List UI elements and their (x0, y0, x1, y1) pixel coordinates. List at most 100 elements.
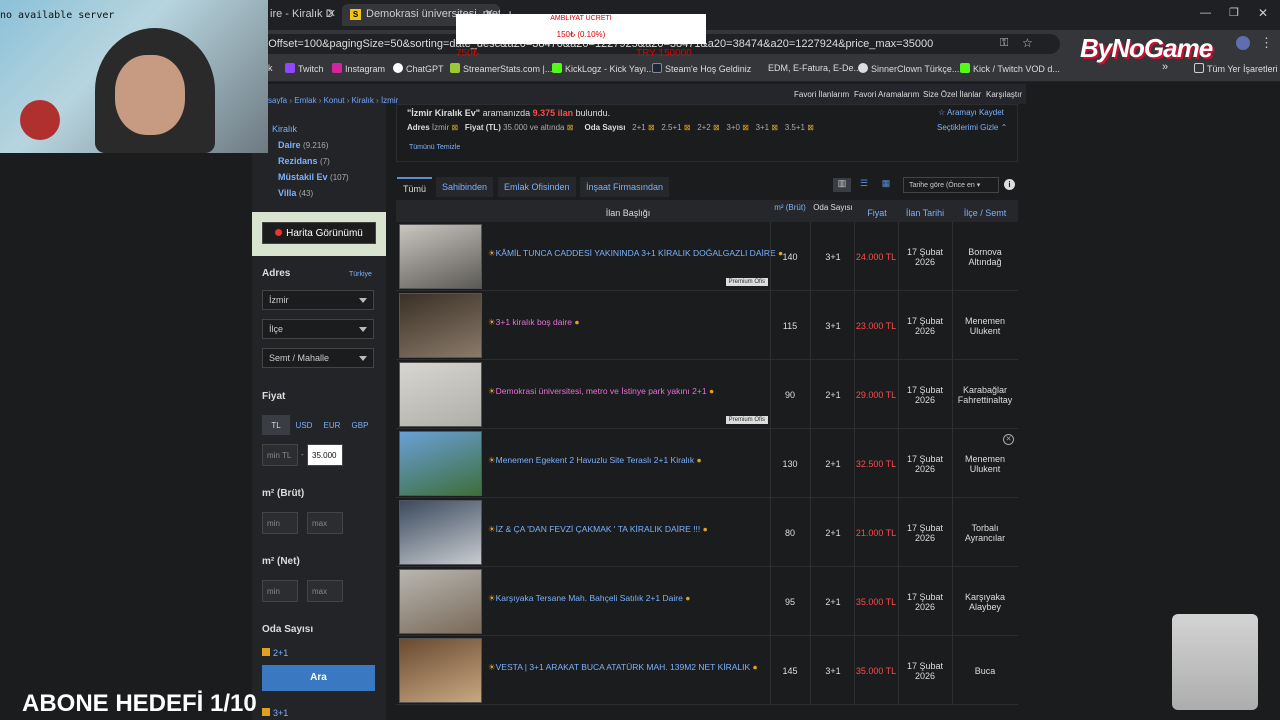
favorite-listings-link[interactable]: Favori İlanlarım (794, 90, 849, 99)
close-window-icon[interactable]: ✕ (1258, 6, 1268, 20)
bookmark-vod[interactable]: Kick / Twitch VOD d... (960, 63, 1060, 74)
map-preview[interactable]: Harita Görünümü (252, 212, 386, 256)
subcategory-rezidans[interactable]: Rezidans (7) (278, 156, 330, 166)
room-option-3-1[interactable]: 3+1 (262, 708, 288, 718)
dismiss-icon[interactable]: ✕ (1003, 434, 1014, 445)
checkbox-checked-icon[interactable] (262, 708, 270, 716)
min-price-input[interactable]: min TL (262, 444, 298, 466)
listing-title[interactable]: ☀İZ & ÇA 'DAN FEVZİ ÇAKMAK ' TA KİRALIK … (488, 524, 768, 535)
bookmark-steam[interactable]: Steam'e Hoş Geldiniz (652, 63, 751, 74)
remove-filter-icon[interactable]: ⊠ (713, 123, 720, 132)
listing-thumbnail[interactable] (399, 293, 482, 358)
list-view-icon[interactable]: ☰ (855, 178, 873, 192)
col-date[interactable]: İlan Tarihi (898, 202, 952, 222)
all-bookmarks[interactable]: Tüm Yer İşaretleri (1194, 63, 1278, 74)
bookmark-instagram[interactable]: Instagram (332, 63, 385, 74)
key-icon[interactable]: ⚿ (1000, 37, 1008, 50)
bookmark-edm[interactable]: EDM, E-Fatura, E-De... (768, 63, 861, 73)
compare-link[interactable]: Karşılaştır (986, 90, 1022, 99)
clear-all-link[interactable]: Tümünü Temizle (409, 144, 460, 151)
listing-thumbnail[interactable] (399, 362, 482, 427)
max-gross-input[interactable]: max (307, 512, 343, 534)
sort-select[interactable]: Tarihe göre (Önce en ▾ (903, 177, 999, 193)
currency-tl[interactable]: TL (262, 415, 290, 435)
map-view-button[interactable]: Harita Görünümü (262, 222, 376, 244)
col-price[interactable]: Fiyat (856, 202, 898, 222)
listing-thumbnail[interactable] (399, 431, 482, 496)
currency-gbp[interactable]: GBP (346, 415, 374, 435)
bookmark-twitch[interactable]: Twitch (285, 63, 324, 74)
max-net-input[interactable]: max (307, 580, 343, 602)
listing-title[interactable]: ☀Menemen Egekent 2 Havuzlu Site Teraslı … (488, 455, 768, 466)
listing-row[interactable]: ☀İZ & ÇA 'DAN FEVZİ ÇAKMAK ' TA KİRALIK … (396, 498, 1018, 567)
favorite-searches-link[interactable]: Favori Aramalarım (854, 90, 919, 99)
maximize-icon[interactable]: ❐ (1229, 6, 1239, 19)
listing-row[interactable]: ☀Demokrasi üniversitesi, metro ve İstiny… (396, 360, 1018, 429)
folder-icon (1194, 63, 1204, 73)
grid-view-icon[interactable]: ▦ (877, 178, 895, 192)
listing-thumbnail[interactable] (399, 638, 482, 703)
checkbox-checked-icon[interactable] (262, 648, 270, 656)
col-location[interactable]: İlçe / Semt (952, 202, 1018, 222)
listing-row[interactable]: ☀VESTA | 3+1 ARAKAT BUCA ATATÜRK MAH. 13… (396, 636, 1018, 705)
subcategory-mustakil[interactable]: Müstakil Ev (107) (278, 172, 349, 182)
remove-filter-icon[interactable]: ⊠ (567, 123, 574, 132)
remove-filter-icon[interactable]: ⊠ (771, 123, 778, 132)
remove-filter-icon[interactable]: ⊠ (451, 123, 458, 132)
tab-builder[interactable]: İnşaat Firmasından (580, 177, 670, 197)
district-select[interactable]: İlçe (262, 319, 374, 339)
listing-title[interactable]: ☀VESTA | 3+1 ARAKAT BUCA ATATÜRK MAH. 13… (488, 662, 768, 673)
listing-title[interactable]: ☀3+1 kiralık boş daire ● (488, 317, 768, 328)
minimize-icon[interactable]: — (1200, 7, 1211, 19)
star-icon[interactable]: ☆ (1022, 36, 1033, 50)
bookmark-kicklogz[interactable]: KickLogz - Kick Yayı... (552, 63, 654, 74)
listing-title[interactable]: ☀Demokrasi üniversitesi, metro ve İstiny… (488, 386, 768, 397)
menu-icon[interactable]: ⋮ (1260, 35, 1273, 51)
listing-row[interactable]: ☀3+1 kiralık boş daire ● 115 3+1 23.000 … (396, 291, 1018, 360)
listing-date: 17 Şubat 2026 (906, 453, 944, 474)
tab-owner[interactable]: Sahibinden (436, 177, 494, 197)
listing-thumbnail[interactable] (399, 224, 482, 289)
listing-title[interactable]: ☀KÂMİL TUNCA CADDESİ YAKININDA 3+1 KİRAL… (488, 248, 783, 259)
remove-filter-icon[interactable]: ⊠ (742, 123, 749, 132)
address-section-title: Adres (262, 268, 291, 279)
close-icon[interactable]: ✕ (327, 7, 336, 20)
listing-thumbnail[interactable] (399, 500, 482, 565)
bookmark-sinnerclown[interactable]: SinnerClown Türkçe... (858, 63, 959, 74)
currency-usd[interactable]: USD (290, 415, 318, 435)
col-area[interactable]: m² (Brüt) (770, 202, 810, 222)
tab-all[interactable]: Tümü (397, 177, 433, 197)
bookmark-chatgpt[interactable]: ChatGPT (393, 63, 444, 74)
remove-filter-icon[interactable]: ⊠ (684, 123, 691, 132)
currency-eur[interactable]: EUR (318, 415, 346, 435)
listing-thumbnail[interactable] (399, 569, 482, 634)
city-select[interactable]: İzmir (262, 290, 374, 310)
country-link[interactable]: Türkiye (349, 271, 372, 278)
info-icon[interactable]: i (1004, 179, 1015, 190)
tab-agency[interactable]: Emlak Ofisinden (498, 177, 576, 197)
search-button[interactable]: Ara (262, 665, 375, 691)
hide-selected-link[interactable]: Seçtiklerimi Gizle ⌃ (937, 123, 1007, 132)
subcategory-villa[interactable]: Villa (43) (278, 188, 313, 198)
special-listings-link[interactable]: Size Özel İlanlar (923, 90, 981, 99)
listing-row[interactable]: ☀Menemen Egekent 2 Havuzlu Site Teraslı … (396, 429, 1018, 498)
profile-avatar[interactable] (1236, 36, 1250, 50)
save-search-link[interactable]: ☆ Aramayı Kaydet (938, 108, 1004, 117)
subcategory-daire[interactable]: Daire (9.216) (278, 140, 328, 150)
subscriber-goal: ABONE HEDEFİ 1/10 (22, 690, 257, 717)
listing-row[interactable]: ☀Karşıyaka Tersane Mah. Bahçeli Satılık … (396, 567, 1018, 636)
room-option-2-1[interactable]: 2+1 (262, 648, 288, 658)
min-gross-input[interactable]: min (262, 512, 298, 534)
remove-filter-icon[interactable]: ⊠ (648, 123, 655, 132)
max-price-input[interactable]: 35.000 (307, 444, 343, 466)
browser-tab[interactable]: ire - Kiralık D ✕ (262, 4, 342, 26)
min-net-input[interactable]: min (262, 580, 298, 602)
bookmark-item[interactable]: k (268, 63, 273, 73)
category-rental[interactable]: Kiralık (272, 124, 297, 134)
bookmark-streamerstats[interactable]: StreamerStats.com |... (450, 63, 552, 74)
listing-row[interactable]: ☀KÂMİL TUNCA CADDESİ YAKININDA 3+1 KİRAL… (396, 222, 1018, 291)
listing-title[interactable]: ☀Karşıyaka Tersane Mah. Bahçeli Satılık … (488, 593, 768, 604)
remove-filter-icon[interactable]: ⊠ (807, 123, 814, 132)
neighborhood-select[interactable]: Semt / Mahalle (262, 348, 374, 368)
table-view-icon[interactable]: ▥ (833, 178, 851, 192)
